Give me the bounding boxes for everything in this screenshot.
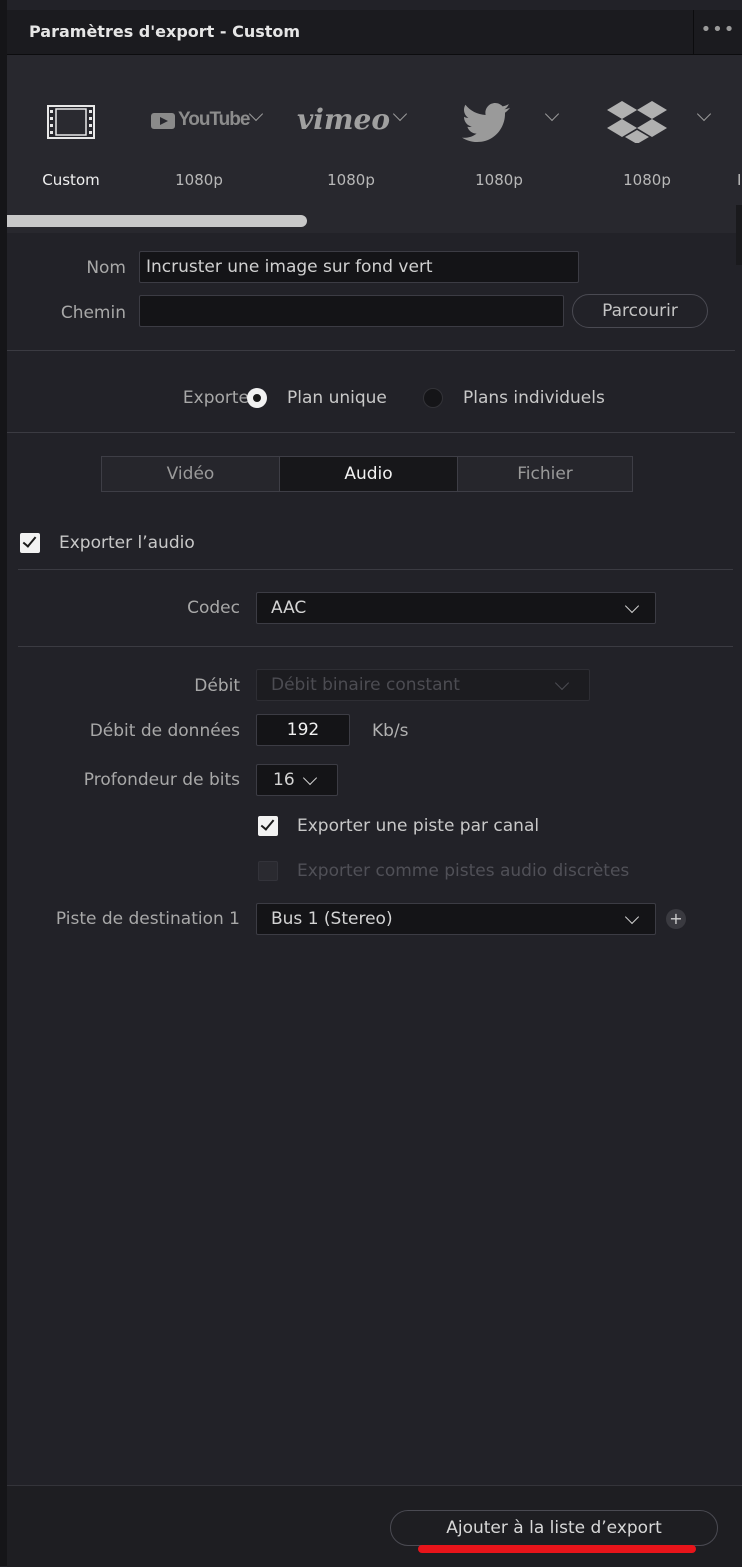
highlight-underline bbox=[418, 1545, 696, 1553]
preset-vimeo[interactable]: vimeo 1080p bbox=[297, 95, 417, 205]
path-field[interactable] bbox=[139, 295, 564, 327]
panel-title: Paramètres d'export - Custom bbox=[29, 22, 301, 41]
name-label: Nom bbox=[86, 258, 126, 278]
youtube-wordmark: YouTube bbox=[178, 109, 250, 130]
more-options-button[interactable]: ••• bbox=[693, 10, 742, 54]
discrete-tracks-checkbox[interactable] bbox=[258, 861, 278, 881]
destination-track-select[interactable]: Bus 1 (Stereo) bbox=[256, 903, 656, 935]
codec-select[interactable]: AAC bbox=[256, 592, 656, 624]
bitrate-label: Débit bbox=[194, 676, 240, 696]
data-rate-field[interactable]: 192 bbox=[256, 714, 350, 746]
left-frame bbox=[0, 0, 7, 1566]
export-mode-label: Exporter bbox=[182, 388, 256, 408]
radio-plans-individuels[interactable] bbox=[423, 388, 443, 408]
preset-scrollbar[interactable] bbox=[7, 215, 307, 227]
tab-video[interactable]: Vidéo bbox=[102, 457, 279, 491]
path-label: Chemin bbox=[60, 303, 126, 323]
data-rate-unit: Kb/s bbox=[372, 721, 409, 741]
preset-label: 1080p bbox=[175, 171, 223, 189]
preset-label: 1080p bbox=[475, 171, 523, 189]
vimeo-wordmark: vimeo bbox=[297, 103, 391, 136]
divider bbox=[18, 569, 733, 570]
destination-track-value: Bus 1 (Stereo) bbox=[271, 909, 393, 929]
tab-file[interactable]: Fichier bbox=[458, 457, 632, 491]
chevron-down-icon bbox=[554, 675, 570, 691]
chevron-down-icon bbox=[302, 770, 318, 786]
discrete-tracks-label: Exporter comme pistes audio discrètes bbox=[297, 861, 630, 881]
preset-label: Custom bbox=[42, 171, 100, 189]
codec-value: AAC bbox=[271, 598, 307, 618]
data-rate-label: Débit de données bbox=[89, 721, 240, 741]
export-audio-label: Exporter l’audio bbox=[59, 533, 195, 553]
chevron-down-icon bbox=[696, 106, 712, 122]
preset-youtube[interactable]: YouTube 1080p bbox=[145, 95, 265, 205]
codec-label: Codec bbox=[187, 598, 240, 618]
bit-depth-label: Profondeur de bits bbox=[83, 770, 240, 790]
youtube-logo-icon bbox=[151, 113, 175, 129]
preset-custom[interactable]: Custom bbox=[11, 95, 131, 205]
chevron-down-icon bbox=[544, 106, 560, 122]
preset-label-partial: I bbox=[737, 171, 742, 189]
chevron-down-icon bbox=[392, 106, 408, 122]
divider bbox=[18, 646, 733, 647]
per-channel-label: Exporter une piste par canal bbox=[297, 816, 540, 836]
export-settings-panel: Paramètres d'export - Custom ••• Custom bbox=[0, 0, 742, 1567]
preset-scrollbar-vertical[interactable] bbox=[736, 205, 742, 265]
title-bar: Paramètres d'export - Custom ••• bbox=[7, 10, 742, 55]
destination-track-label: Piste de destination 1 bbox=[55, 909, 240, 929]
chevron-down-icon bbox=[248, 106, 264, 122]
dropbox-icon bbox=[607, 101, 667, 143]
divider bbox=[7, 432, 735, 433]
add-track-button[interactable]: + bbox=[666, 909, 686, 929]
radio-plan-unique[interactable] bbox=[247, 388, 267, 408]
add-to-render-queue-button[interactable]: Ajouter à la liste d’export bbox=[390, 1510, 718, 1546]
radio-plan-unique-label: Plan unique bbox=[287, 388, 387, 408]
preset-bar: Custom YouTube 1080p vimeo 1080p 1080p 1… bbox=[7, 55, 742, 265]
export-audio-checkbox[interactable] bbox=[20, 533, 40, 553]
radio-plans-individuels-label: Plans individuels bbox=[463, 388, 605, 408]
preset-label: 1080p bbox=[623, 171, 671, 189]
preset-twitter[interactable]: 1080p bbox=[435, 95, 560, 205]
divider bbox=[7, 350, 735, 351]
chevron-down-icon bbox=[624, 909, 640, 925]
twitter-bird-icon bbox=[462, 103, 510, 142]
settings-tabs: Vidéo Audio Fichier bbox=[101, 456, 633, 492]
bit-depth-select[interactable]: 16 bbox=[256, 764, 338, 796]
browse-button[interactable]: Parcourir bbox=[572, 294, 708, 328]
per-channel-checkbox[interactable] bbox=[258, 816, 278, 836]
tab-audio[interactable]: Audio bbox=[280, 457, 457, 491]
bitrate-value: Débit binaire constant bbox=[271, 675, 460, 695]
bit-depth-value: 16 bbox=[273, 770, 295, 790]
name-field[interactable]: Incruster une image sur fond vert bbox=[139, 251, 579, 283]
bitrate-select[interactable]: Débit binaire constant bbox=[256, 669, 590, 701]
preset-label: 1080p bbox=[327, 171, 375, 189]
preset-dropbox[interactable]: 1080p bbox=[587, 95, 712, 205]
film-icon bbox=[47, 105, 95, 139]
chevron-down-icon bbox=[624, 598, 640, 614]
